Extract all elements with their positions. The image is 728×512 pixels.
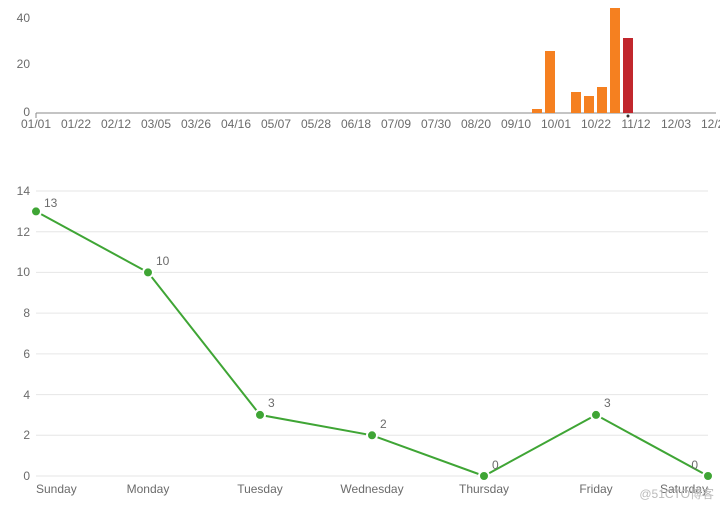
xtick: 07/09 (381, 117, 411, 131)
xtick: 10/01 (541, 117, 571, 131)
ytick-2: 40 (17, 11, 31, 25)
bar-10-29 (584, 96, 594, 113)
xtick: 01/01 (21, 117, 51, 131)
value-label: 3 (268, 396, 275, 410)
value-label: 0 (691, 458, 698, 472)
top-bar-chart: 0 20 40 01/01 01/22 02/12 03/05 03/26 04… (8, 8, 720, 141)
xtick: 02/12 (101, 117, 131, 131)
xtick: 06/18 (341, 117, 371, 131)
point-wednesday[interactable] (367, 430, 377, 440)
bars (532, 8, 633, 118)
point-sunday[interactable] (31, 206, 41, 216)
bar-10-22 (571, 92, 581, 113)
points (31, 206, 713, 481)
ytick: 2 (23, 428, 30, 442)
bar-10-01 (532, 109, 542, 113)
point-thursday[interactable] (479, 471, 489, 481)
point-saturday[interactable] (703, 471, 713, 481)
bar-10-08 (545, 51, 555, 113)
value-label: 10 (156, 254, 170, 268)
xtick: 11/12 (621, 117, 650, 131)
xtick: Tuesday (237, 482, 283, 496)
bar-11-19-highlight (623, 38, 633, 113)
xtick: 12/03 (661, 117, 691, 131)
xtick: 07/30 (421, 117, 451, 131)
ytick: 10 (17, 265, 31, 279)
value-label: 2 (380, 417, 387, 431)
xtick: 08/20 (461, 117, 491, 131)
ytick: 0 (23, 469, 30, 483)
value-label: 0 (492, 458, 499, 472)
xtick: Thursday (459, 482, 509, 496)
bar-11-05 (597, 87, 607, 113)
x-axis: Sunday Monday Tuesday Wednesday Thursday… (36, 482, 708, 496)
ytick: 14 (17, 184, 31, 198)
bar-11-12 (610, 8, 620, 113)
xtick: 05/28 (301, 117, 331, 131)
xtick: Friday (579, 482, 612, 496)
xtick: 05/07 (261, 117, 291, 131)
ytick-1: 20 (17, 57, 31, 71)
point-monday[interactable] (143, 267, 153, 277)
xtick: Saturday (660, 482, 708, 496)
xtick: 03/26 (181, 117, 211, 131)
xtick: 03/05 (141, 117, 171, 131)
xtick: 12/24 (701, 117, 720, 131)
xtick: 09/10 (501, 117, 531, 131)
xtick: Wednesday (340, 482, 403, 496)
x-axis: 01/01 01/22 02/12 03/05 03/26 04/16 05/0… (21, 117, 720, 131)
xtick: 01/22 (61, 117, 91, 131)
bottom-line-chart: 0 2 4 6 8 10 12 14 13 10 3 2 0 3 0 (8, 181, 720, 504)
value-label: 13 (44, 196, 58, 210)
xtick: 10/22 (581, 117, 611, 131)
xtick: 04/16 (221, 117, 251, 131)
ytick: 8 (23, 306, 30, 320)
value-label: 3 (604, 396, 611, 410)
point-friday[interactable] (591, 410, 601, 420)
point-tuesday[interactable] (255, 410, 265, 420)
ytick: 4 (23, 388, 30, 402)
xtick: Sunday (36, 482, 77, 496)
ytick: 12 (17, 225, 31, 239)
xtick: Monday (127, 482, 170, 496)
ytick: 6 (23, 347, 30, 361)
y-axis: 0 2 4 6 8 10 12 14 (17, 184, 31, 483)
